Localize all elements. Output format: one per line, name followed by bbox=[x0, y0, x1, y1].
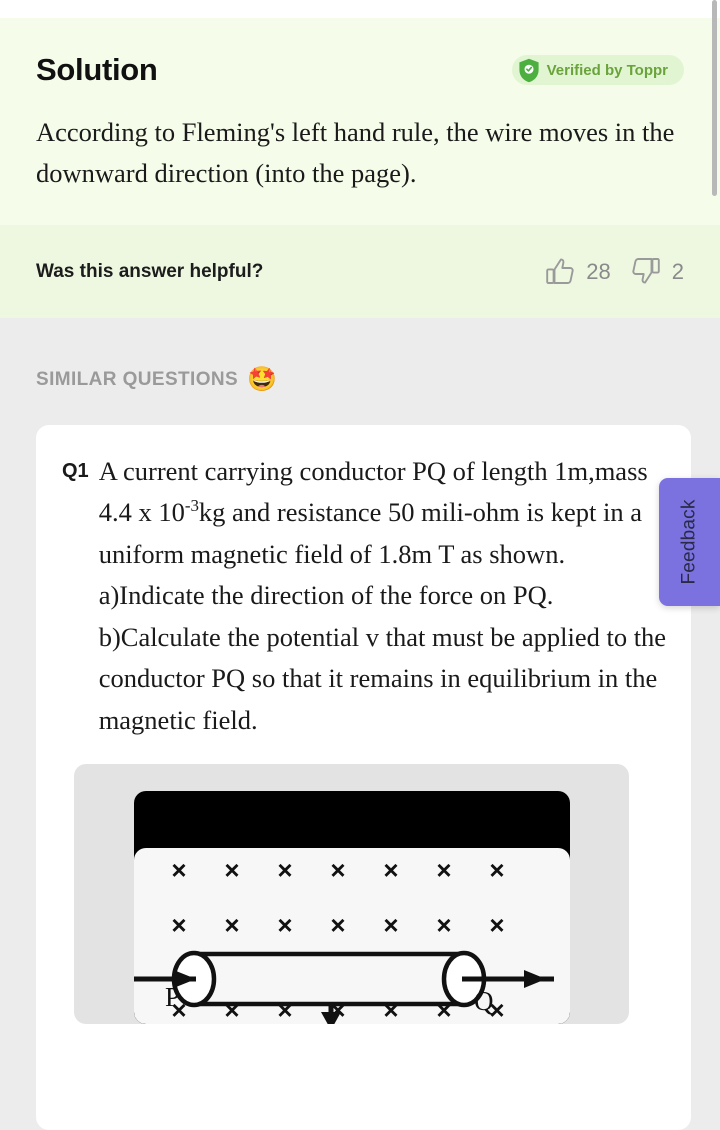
svg-text:×: × bbox=[277, 910, 292, 940]
downvote-count: 2 bbox=[671, 258, 684, 284]
diagram-graphics: × × × × × × × × × × × × × × × × × × × × × bbox=[134, 855, 554, 1025]
svg-text:×: × bbox=[224, 995, 239, 1024]
answer-helpful-bar: Was this answer helpful? 28 2 bbox=[0, 225, 720, 318]
svg-text:×: × bbox=[277, 995, 292, 1024]
verified-badge-label: Verified by Toppr bbox=[546, 61, 668, 79]
feedback-tab-label: Feedback bbox=[678, 499, 700, 585]
similar-question-card[interactable]: Q1 A current carrying conductor PQ of le… bbox=[36, 425, 691, 1130]
scrollbar-thumb[interactable] bbox=[712, 0, 717, 196]
downvote-button[interactable]: 2 bbox=[631, 257, 684, 286]
svg-text:×: × bbox=[277, 855, 292, 885]
solution-panel: Solution Verified by Toppr According to … bbox=[0, 18, 720, 225]
vote-group: 28 2 bbox=[545, 257, 684, 286]
svg-text:×: × bbox=[436, 855, 451, 885]
thumbs-up-icon[interactable] bbox=[545, 257, 575, 286]
svg-text:×: × bbox=[330, 855, 345, 885]
question-row: Q1 A current carrying conductor PQ of le… bbox=[62, 451, 669, 741]
svg-text:×: × bbox=[383, 995, 398, 1024]
question-exponent: -3 bbox=[184, 496, 199, 516]
svg-text:×: × bbox=[330, 910, 345, 940]
label-q: Q bbox=[474, 986, 494, 1016]
svg-text:×: × bbox=[383, 855, 398, 885]
vertical-scrollbar[interactable] bbox=[709, 0, 720, 1130]
helpful-prompt: Was this answer helpful? bbox=[36, 260, 264, 282]
similar-questions-title: SIMILAR QUESTIONS bbox=[36, 369, 239, 390]
svg-text:×: × bbox=[489, 855, 504, 885]
question-diagram-container: × × × × × × × × × × × × × × × × × × × × × bbox=[74, 764, 629, 1025]
svg-text:×: × bbox=[171, 910, 186, 940]
solution-body-text: According to Fleming's left hand rule, t… bbox=[36, 117, 675, 188]
svg-text:×: × bbox=[489, 910, 504, 940]
upvote-count: 28 bbox=[586, 258, 611, 284]
svg-text:×: × bbox=[224, 855, 239, 885]
upvote-button[interactable]: 28 bbox=[545, 257, 611, 286]
question-text: A current carrying conductor PQ of lengt… bbox=[99, 451, 669, 741]
top-white-strip bbox=[0, 0, 720, 18]
question-text-part-3: a)Indicate the direction of the force on… bbox=[98, 580, 554, 611]
svg-text:×: × bbox=[436, 910, 451, 940]
question-text-part-4: b)Calculate the potential v that must be… bbox=[98, 621, 667, 735]
shield-check-icon bbox=[518, 58, 539, 82]
question-number-label: Q1 bbox=[62, 460, 89, 482]
svg-text:×: × bbox=[171, 855, 186, 885]
svg-text:×: × bbox=[383, 910, 398, 940]
label-p: P bbox=[165, 982, 180, 1012]
page-root: Solution Verified by Toppr According to … bbox=[0, 0, 720, 1130]
conductor-pq-magnetic-field-diagram: × × × × × × × × × × × × × × × × × × × × × bbox=[134, 791, 570, 1025]
verified-badge: Verified by Toppr bbox=[511, 55, 684, 85]
thumbs-down-icon[interactable] bbox=[631, 257, 661, 286]
star-struck-emoji-icon: 🤩 bbox=[247, 366, 277, 393]
similar-questions-header: SIMILAR QUESTIONS 🤩 bbox=[36, 368, 277, 392]
solution-header: Solution Verified by Toppr bbox=[36, 48, 684, 92]
svg-text:×: × bbox=[224, 910, 239, 940]
page-title: Solution bbox=[36, 52, 158, 87]
